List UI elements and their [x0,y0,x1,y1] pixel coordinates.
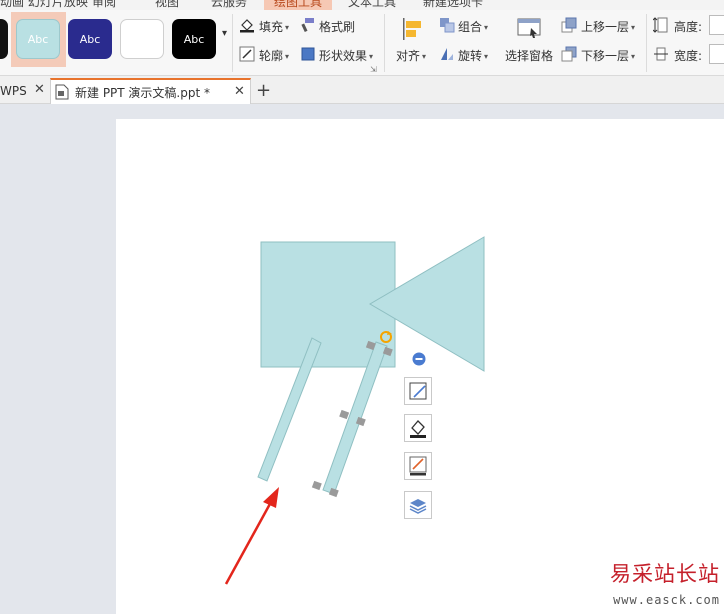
layers-icon [409,499,427,514]
watermark-title: 易采站长站 [610,562,720,586]
watermark-url: www.easck.com [613,593,720,607]
slide-shapes [224,236,485,585]
edit-shape-button[interactable] [404,377,432,405]
red-arrow-annotation [224,487,279,585]
fill-button-float[interactable] [404,414,432,442]
edit-shape-icon [409,382,427,400]
collapse-minus-icon[interactable] [412,352,426,366]
outline-pen-icon [409,456,427,476]
fill-bucket-icon [410,420,426,438]
site-watermark: 易采站长站 www.easck.com [606,561,724,614]
outline-button-float[interactable] [404,452,432,480]
layers-button[interactable] [404,491,432,519]
